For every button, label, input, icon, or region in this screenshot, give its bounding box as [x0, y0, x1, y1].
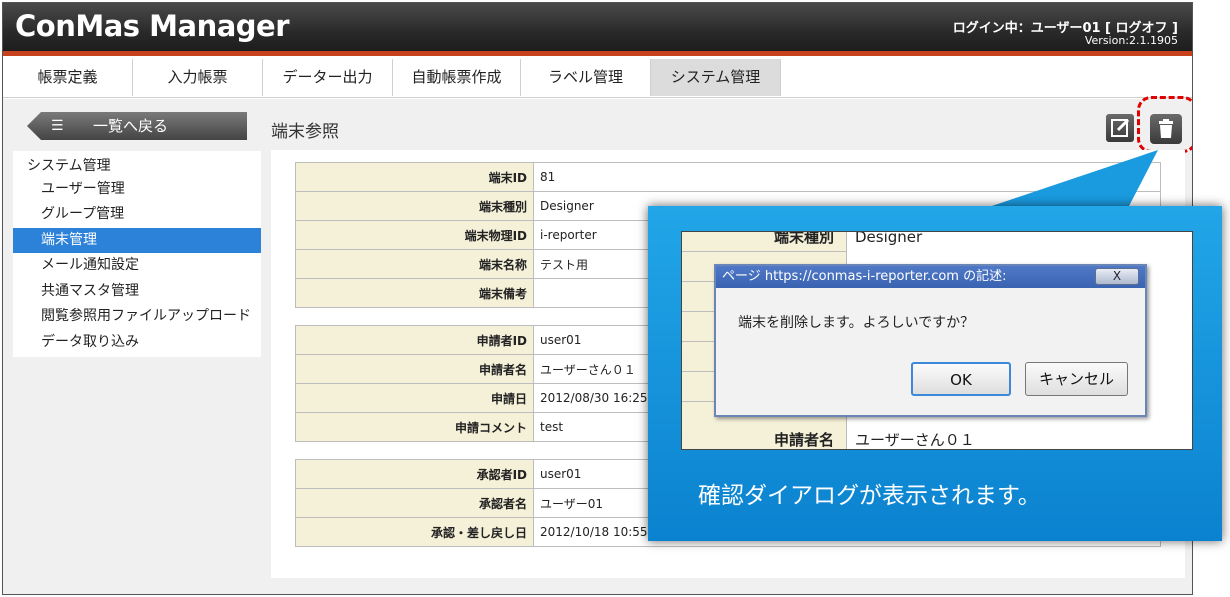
dialog-cancel-button[interactable]: キャンセル: [1025, 362, 1128, 396]
sidebar-heading: システム管理: [27, 158, 111, 174]
dialog-title: ページ https://conmas-i-reporter.com の記述:: [716, 266, 1145, 288]
field-label: 承認者名: [295, 488, 534, 518]
version-label: Version:2.1.1905: [1084, 34, 1178, 47]
back-to-list-button[interactable]: ☰ 一覧へ戻る: [27, 112, 247, 140]
field-label: 申請者ID: [295, 325, 534, 355]
menu-label-management[interactable]: ラベル管理: [521, 59, 651, 96]
zoom-field-label: 端末種別: [682, 232, 847, 252]
field-value: 81: [533, 162, 1161, 192]
list-icon: ☰: [51, 118, 64, 134]
zoom-field-value: ユーザーさん０１: [855, 431, 975, 449]
callout-box: 端末種別 Designer 申請者名 ユーザーさん０１ ページ https://…: [648, 206, 1222, 541]
menu-data-output[interactable]: データー出力: [263, 59, 393, 96]
menu-auto-form-create[interactable]: 自動帳票作成: [393, 59, 521, 96]
sidebar-item-data-import[interactable]: データ取り込み: [13, 330, 261, 355]
zoom-field-value: Designer: [855, 231, 923, 246]
table-row: 端末ID 81: [295, 162, 1161, 192]
field-label: 申請日: [295, 383, 534, 413]
zoom-row: 申請者名 ユーザーさん０１: [682, 425, 1192, 449]
field-label: 申請者名: [295, 354, 534, 384]
delete-highlight-marker: [1137, 96, 1192, 153]
field-label: 端末備考: [295, 278, 534, 308]
sidebar-item-group-management[interactable]: グループ管理: [13, 202, 261, 227]
page-title: 端末参照: [271, 122, 339, 142]
sidebar-item-terminal-management[interactable]: 端末管理: [13, 228, 261, 253]
edit-icon: [1111, 118, 1130, 137]
field-label: 端末種別: [295, 191, 534, 221]
field-label: 端末名称: [295, 249, 534, 279]
dialog-close-button[interactable]: X: [1095, 268, 1139, 285]
sidebar-item-file-upload[interactable]: 閲覧参照用ファイルアップロード: [13, 304, 261, 329]
sidebar-item-common-master[interactable]: 共通マスタ管理: [13, 279, 261, 304]
field-label: 承認・差し戻し日: [295, 517, 534, 547]
zoom-field-label: 申請者名: [682, 425, 847, 449]
edit-button[interactable]: [1106, 114, 1134, 142]
callout-caption: 確認ダイアログが表示されます。: [698, 483, 1041, 509]
app-logo: ConMas Manager: [15, 9, 290, 43]
menu-system-management[interactable]: システム管理: [651, 59, 781, 96]
confirm-dialog: ページ https://conmas-i-reporter.com の記述: X…: [714, 264, 1147, 417]
sidebar-item-mail-notification[interactable]: メール通知設定: [13, 253, 261, 278]
menu-form-definition[interactable]: 帳票定義: [3, 59, 133, 96]
menu-input-forms[interactable]: 入力帳票: [133, 59, 263, 96]
zoomed-view: 端末種別 Designer 申請者名 ユーザーさん０１ ページ https://…: [681, 231, 1193, 450]
dialog-ok-button[interactable]: OK: [911, 362, 1011, 396]
main-menu: 帳票定義 入力帳票 データー出力 自動帳票作成 ラベル管理 システム管理: [3, 56, 1192, 98]
sidebar-item-user-management[interactable]: ユーザー管理: [13, 177, 261, 202]
field-label: 申請コメント: [295, 412, 534, 442]
field-label: 端末物理ID: [295, 220, 534, 250]
zoom-row: 端末種別 Designer: [682, 231, 1192, 252]
sidebar: システム管理 ユーザー管理 グループ管理 端末管理 メール通知設定 共通マスタ管…: [13, 151, 261, 357]
field-label: 端末ID: [295, 162, 534, 192]
field-label: 承認者ID: [295, 459, 534, 489]
header-bar: ConMas Manager ログイン中：ユーザー01 [ ログオフ ] Ver…: [3, 3, 1192, 51]
back-to-list-label: 一覧へ戻る: [93, 117, 169, 135]
dialog-message: 端末を削除します。よろしいですか？: [738, 315, 975, 331]
